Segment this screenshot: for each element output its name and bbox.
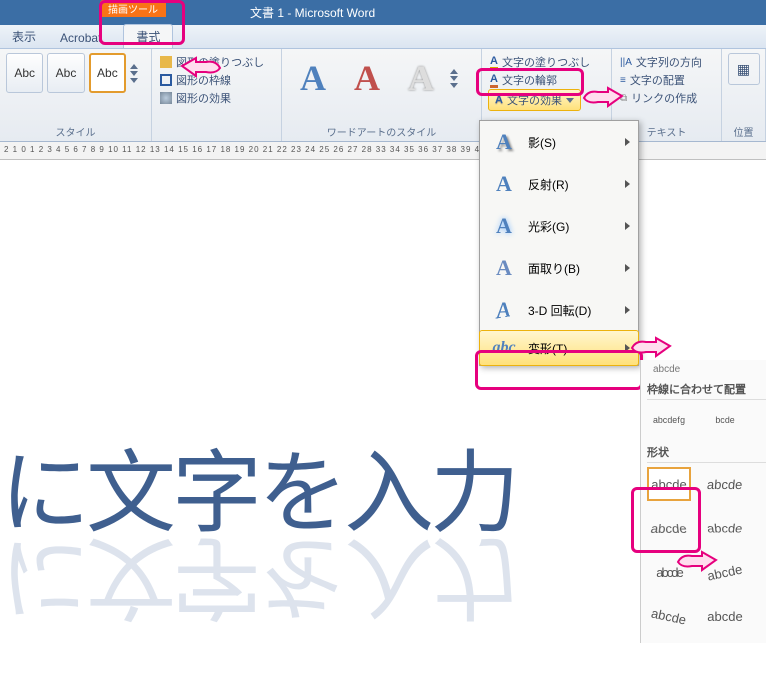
text-fill-icon: A — [490, 55, 498, 70]
submenu-arrow-icon — [625, 222, 630, 230]
gallery-down-icon[interactable] — [130, 71, 138, 76]
gallery-more-icon[interactable] — [130, 78, 138, 83]
tab-format[interactable]: 書式 — [123, 24, 173, 48]
wa-down-icon[interactable] — [450, 76, 458, 81]
text-align-label: 文字の配置 — [630, 72, 685, 88]
bevel-icon: A — [490, 255, 518, 281]
glow-icon: A — [490, 213, 518, 239]
group-shape-fmt: 図形の塗りつぶし 図形の枠線 図形の効果 — [152, 49, 282, 141]
text-effects-menu: A 影(S) A 反射(R) A 光彩(G) A 面取り(B) A 3-D 回転… — [479, 120, 639, 366]
text-fill-label: 文字の塗りつぶし — [502, 54, 590, 70]
position-label: 位置 — [734, 122, 754, 139]
create-link-button[interactable]: ⧉ リンクの作成 — [618, 89, 715, 107]
tab-view[interactable]: 表示 — [0, 25, 48, 48]
transform-icon: abc — [490, 339, 518, 357]
shape-effects-label: 図形の効果 — [176, 90, 231, 106]
text-direction-label: 文字列の方向 — [636, 54, 702, 70]
menu-reflection[interactable]: A 反射(R) — [480, 163, 638, 205]
menu-shadow[interactable]: A 影(S) — [480, 121, 638, 163]
menu-transform-label: 変形(T) — [528, 340, 567, 357]
menu-transform[interactable]: abc 変形(T) — [479, 330, 639, 366]
shape-outline-label: 図形の枠線 — [176, 72, 231, 88]
text-fill-button[interactable]: A 文字の塗りつぶし — [488, 53, 605, 71]
group-wordart-label: ワードアートのスタイル — [288, 122, 475, 139]
shape-tri-up[interactable]: abcde — [647, 511, 691, 545]
shape-plain[interactable]: abcde — [647, 467, 691, 501]
text-outline-button[interactable]: A 文字の輪郭 — [488, 71, 605, 89]
rotation3d-icon: A — [486, 292, 514, 329]
menu-rotation3d[interactable]: A 3-D 回転(D) — [480, 289, 638, 331]
wordart-style-3[interactable]: A — [396, 53, 446, 103]
context-tab-label: 描画ツール — [100, 0, 166, 17]
submenu-arrow-icon — [625, 344, 630, 352]
ruler: 2 1 0 1 2 3 4 5 6 7 8 9 10 11 12 13 14 1… — [0, 142, 766, 160]
ribbon-tabs: 表示 Acrobat 書式 — [0, 25, 766, 49]
wa-up-icon[interactable] — [450, 69, 458, 74]
link-icon: ⧉ — [620, 93, 627, 104]
text-align-button[interactable]: ≡ 文字の配置 — [618, 71, 715, 89]
shape-style-2[interactable]: Abc — [47, 53, 84, 93]
shape-outline-button[interactable]: 図形の枠線 — [158, 71, 275, 89]
text-effects-label: 文字の効果 — [507, 92, 562, 108]
wordart-reflection: に文字を入力 — [0, 520, 516, 650]
reflection-icon: A — [490, 171, 518, 197]
shape-stop[interactable]: abcde — [703, 467, 747, 501]
shape-style-1[interactable]: Abc — [6, 53, 43, 93]
shape-fill-icon — [160, 56, 172, 68]
position-button[interactable]: ▦ — [728, 53, 760, 85]
fit-shape-2[interactable]: ᵇᶜᵈᵉ — [703, 404, 747, 438]
menu-bevel-label: 面取り(B) — [528, 260, 580, 277]
tab-acrobat[interactable]: Acrobat — [48, 28, 113, 48]
shape-outline-icon — [160, 74, 172, 86]
shape-ring[interactable]: abcde — [703, 555, 747, 589]
wa-more-icon[interactable] — [450, 83, 458, 88]
shadow-icon: A — [490, 129, 518, 155]
text-direction-button[interactable]: ||A 文字列の方向 — [618, 53, 715, 71]
text-outline-icon: A — [490, 73, 498, 88]
context-tab: 描画ツール — [100, 0, 166, 17]
wordart-style-2[interactable]: A — [342, 53, 392, 103]
group-styles-label: スタイル — [6, 122, 145, 139]
fit-shape-1[interactable]: ᵃᵇᶜᵈᵉᶠᵍ — [647, 404, 691, 438]
shape-ring2[interactable]: abcde — [647, 599, 691, 633]
submenu-arrow-icon — [625, 306, 630, 314]
gallery-section-shape: 形状 — [647, 444, 766, 463]
menu-glow[interactable]: A 光彩(G) — [480, 205, 638, 247]
shape-chevron[interactable]: abcde — [647, 555, 691, 589]
create-link-label: リンクの作成 — [631, 90, 697, 106]
transform-gallery: abcde 枠線に合わせて配置 ᵃᵇᶜᵈᵉᶠᵍ ᵇᶜᵈᵉ 形状 abcde ab… — [640, 360, 766, 643]
gallery-up-icon[interactable] — [130, 64, 138, 69]
text-direction-icon: ||A — [620, 57, 632, 68]
menu-bevel[interactable]: A 面取り(B) — [480, 247, 638, 289]
ribbon: Abc Abc Abc スタイル 図形の塗りつぶし 図形の枠線 図形の効果 — [0, 49, 766, 142]
shape-arc[interactable]: abcde — [703, 599, 747, 633]
gallery-section-fit: 枠線に合わせて配置 — [647, 381, 766, 400]
shape-effects-button[interactable]: 図形の効果 — [158, 89, 275, 107]
text-effects-icon: A — [495, 94, 503, 106]
menu-shadow-label: 影(S) — [528, 134, 556, 151]
text-effects-button[interactable]: A 文字の効果 — [488, 89, 581, 111]
menu-glow-label: 光彩(G) — [528, 218, 569, 235]
group-wordart-styles: A A A ワードアートのスタイル — [282, 49, 482, 141]
submenu-arrow-icon — [625, 264, 630, 272]
menu-rotation3d-label: 3-D 回転(D) — [528, 302, 591, 319]
group-shape-styles: Abc Abc Abc スタイル — [0, 49, 152, 141]
text-align-icon: ≡ — [620, 75, 626, 86]
menu-reflection-label: 反射(R) — [528, 176, 569, 193]
gallery-sample-tiny: abcde — [653, 364, 766, 375]
submenu-arrow-icon — [625, 180, 630, 188]
text-outline-label: 文字の輪郭 — [502, 72, 557, 88]
group-position: ▦ 位置 — [722, 49, 766, 141]
submenu-arrow-icon — [625, 138, 630, 146]
text-effects-arrow-icon — [566, 98, 574, 103]
shape-tri-down[interactable]: abcde — [703, 511, 747, 545]
shape-effects-icon — [160, 92, 172, 104]
shape-style-3[interactable]: Abc — [89, 53, 126, 93]
document-title: 文書 1 - Microsoft Word — [250, 4, 375, 21]
wordart-style-1[interactable]: A — [288, 53, 338, 103]
shape-fill-button[interactable]: 図形の塗りつぶし — [158, 53, 275, 71]
shape-fill-label: 図形の塗りつぶし — [176, 54, 264, 70]
position-icon: ▦ — [737, 61, 750, 78]
